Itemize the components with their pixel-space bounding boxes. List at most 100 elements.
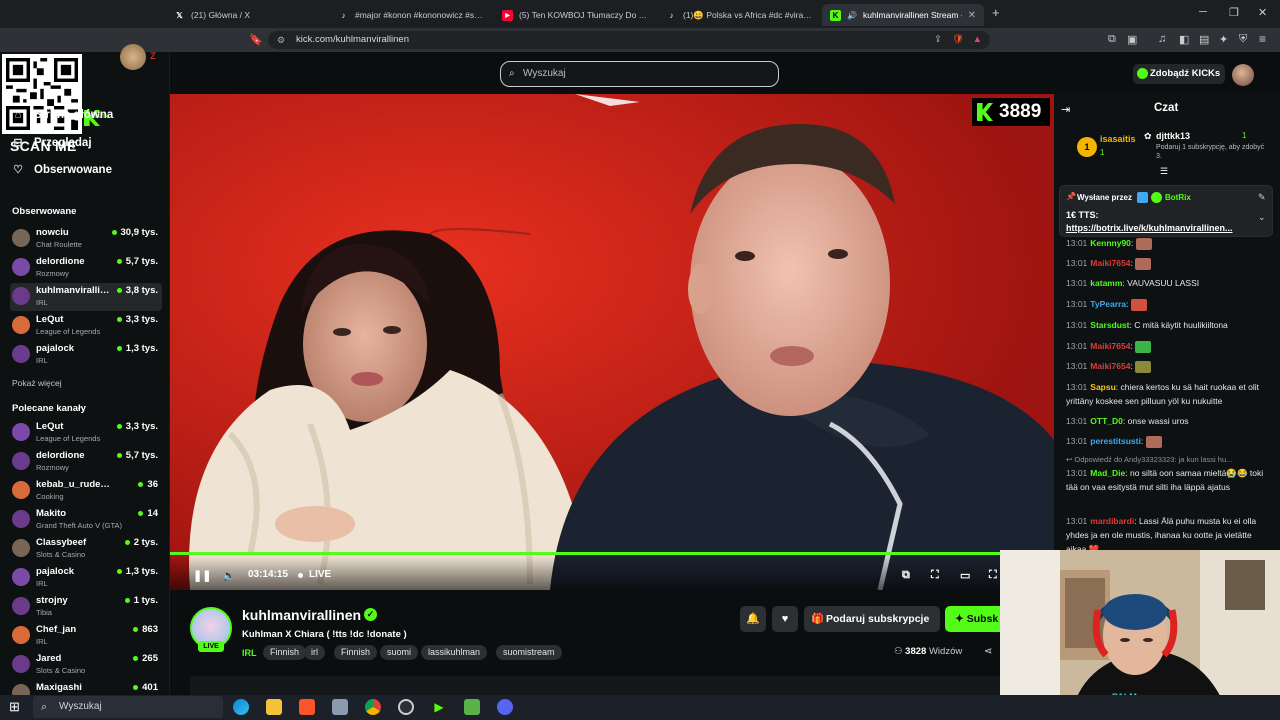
stream-tag[interactable]: suomi	[380, 645, 419, 660]
discord-icon[interactable]	[497, 699, 513, 715]
notification-bell-button[interactable]: 🔔	[740, 606, 766, 632]
kick-app-icon[interactable]: ▶	[431, 699, 447, 715]
extensions-icon[interactable]: ⧉	[1108, 33, 1116, 46]
leo-icon[interactable]: ✦	[1219, 33, 1228, 46]
brave-shield-icon[interactable]: 🛡	[952, 31, 964, 49]
restore-icon[interactable]: ❐	[1229, 6, 1239, 19]
share-icon[interactable]: ⋖	[984, 646, 992, 657]
edge-icon[interactable]	[233, 699, 249, 715]
brave-icon[interactable]	[299, 699, 315, 715]
pinned-bot-name[interactable]: BotRix	[1165, 193, 1191, 202]
channel-name: Maxigashi	[36, 682, 82, 693]
windows-start-icon[interactable]: ⊞	[9, 699, 20, 715]
screenshot-icon[interactable]: ▣	[1127, 33, 1137, 46]
taskbar-search[interactable]: ⌕ Wyszukaj	[33, 696, 223, 718]
media-icon[interactable]: ♫	[1158, 33, 1166, 45]
nav-browse[interactable]: ⊟ Przeglądaj	[12, 136, 91, 150]
browser-tab[interactable]: ▶ (5) Ten KOWBOJ Tłumaczy Do Czego	[494, 4, 656, 26]
progress-bar[interactable]	[170, 552, 1000, 555]
show-more-button[interactable]: Pokaż więcej	[12, 378, 62, 388]
viewer-count-label: Widzów	[928, 646, 963, 657]
channel-item[interactable]: pajalock IRL 1,3 tys.	[10, 341, 162, 369]
channel-item[interactable]: LeQut League of Legends 3,3 tys.	[10, 312, 162, 340]
chat-username[interactable]: Kennny90	[1090, 238, 1131, 248]
chrome-icon[interactable]	[365, 699, 381, 715]
streamer-name[interactable]: kuhlmanvirallinen	[242, 607, 361, 623]
app-icon[interactable]	[332, 699, 348, 715]
chat-username[interactable]: TyPearra	[1090, 299, 1126, 309]
collapse-chat-icon[interactable]: ⇥	[1061, 103, 1070, 116]
new-tab-icon[interactable]: +	[992, 5, 1000, 20]
chat-username[interactable]: OTT_D0	[1090, 416, 1123, 426]
fullscreen-icon[interactable]: ⛶	[989, 569, 997, 582]
nav-following[interactable]: ♡ Obserwowane	[12, 163, 112, 177]
chat-username[interactable]: mardibardi	[1090, 516, 1134, 526]
menu-icon[interactable]: ≡	[1259, 32, 1266, 46]
unpin-icon[interactable]: ✎	[1258, 192, 1266, 203]
share-icon[interactable]: ⇪	[934, 31, 942, 49]
user-avatar[interactable]	[1232, 64, 1254, 86]
channel-item[interactable]: nowciu Chat Roulette 30,9 tys.	[10, 225, 162, 253]
minimize-icon[interactable]: ─	[1199, 6, 1207, 18]
channel-item[interactable]: delordione Rozmowy 5,7 tys.	[10, 254, 162, 282]
stream-tag[interactable]: suomistream	[496, 645, 562, 660]
clip-icon[interactable]: ⛶	[931, 569, 939, 582]
brave-rewards-icon[interactable]: ▲	[973, 31, 982, 49]
bookmark-icon[interactable]: 🔖	[249, 33, 263, 46]
nav-home[interactable]: ⌂ Strona główna	[12, 109, 114, 121]
close-tab-icon[interactable]: ✕	[968, 10, 976, 21]
browser-tab[interactable]: ♪ #major #konon #kononowicz #szkoł	[330, 4, 492, 26]
pip-icon[interactable]: ⧉	[902, 569, 910, 582]
gift-subs-button[interactable]: 🎁 Podaruj subskrypcje	[804, 606, 940, 632]
chat-username[interactable]: Maiki7654	[1090, 341, 1130, 351]
pinned-line-1: 1€ TTS:	[1066, 210, 1099, 220]
get-kicks-button[interactable]: Zdobądź KICKs	[1133, 64, 1225, 84]
app-icon[interactable]	[464, 699, 480, 715]
sidebar-toggle-icon[interactable]: ◧	[1179, 33, 1189, 46]
stream-category[interactable]: IRL	[242, 648, 257, 658]
pinned-link[interactable]: https://botrix.live/k/kuhlmanvirallinen.…	[1066, 223, 1233, 233]
search-input[interactable]: ⌕ Wyszukaj	[500, 61, 779, 87]
subscribe-button[interactable]: ✦ Subsk	[945, 606, 1000, 632]
channel-item[interactable]: kebab_u_rudego Cooking 36	[10, 477, 162, 505]
file-explorer-icon[interactable]	[266, 699, 282, 715]
chat-username[interactable]: Maiki7654	[1090, 361, 1130, 371]
channel-item[interactable]: kuhlmanvirallinen IRL 3,8 tys.	[10, 283, 162, 311]
video-player[interactable]	[170, 94, 1054, 590]
follow-button[interactable]: ♥	[772, 606, 798, 632]
channel-item[interactable]: Makito Grand Theft Auto V (GTA) 14	[10, 506, 162, 534]
browser-tab-active[interactable]: K 🔊 kuhlmanvirallinen Stream - W ✕	[822, 4, 984, 26]
chevron-down-icon[interactable]: ⌄	[1258, 212, 1266, 223]
url-field[interactable]: ⚙ kick.com/kuhlmanvirallinen ⇪ 🛡 ▲	[268, 31, 990, 49]
expand-gifters-icon[interactable]: ☰	[1160, 166, 1168, 177]
chat-username[interactable]: perestitsusti	[1090, 436, 1141, 446]
browser-tab[interactable]: 𝕏 (21) Główna / X	[166, 4, 328, 26]
stream-tag[interactable]: Finnish	[263, 645, 307, 660]
gifter-name[interactable]: isasaitis	[1100, 134, 1136, 144]
browser-tab[interactable]: ♪ (1)😀 Polska vs Africa #dc #viral #fyp	[658, 4, 820, 26]
volume-icon[interactable]: 🔈	[222, 569, 236, 582]
wallet-icon[interactable]: ▤	[1199, 33, 1209, 46]
obs-icon[interactable]	[398, 699, 414, 715]
channel-item[interactable]: delordione Rozmowy 5,7 tys.	[10, 448, 162, 476]
chat-username[interactable]: Sapsu	[1090, 382, 1116, 392]
site-info-icon[interactable]: ⚙	[277, 31, 285, 49]
channel-item[interactable]: Chef_jan IRL 863	[10, 622, 162, 650]
close-window-icon[interactable]: ✕	[1258, 6, 1267, 19]
chat-username[interactable]: Starsdust	[1090, 320, 1129, 330]
stream-tag[interactable]: Finnish	[334, 645, 378, 660]
stream-tag[interactable]: irl	[304, 645, 325, 660]
chat-username[interactable]: katamm	[1090, 278, 1122, 288]
theater-mode-icon[interactable]: ▭	[960, 569, 970, 582]
channel-item[interactable]: pajalock IRL 1,3 tys.	[10, 564, 162, 592]
chat-username[interactable]: Maiki7654	[1090, 258, 1130, 268]
pause-icon[interactable]: ❚❚	[193, 569, 211, 582]
chat-username[interactable]: Mad_Die	[1090, 468, 1125, 478]
vpn-icon[interactable]: ⛨	[1239, 33, 1247, 46]
channel-item[interactable]: strojny Tibia 1 tys.	[10, 593, 162, 621]
channel-item[interactable]: Classybeef Slots & Casino 2 tys.	[10, 535, 162, 563]
channel-item[interactable]: LeQut League of Legends 3,3 tys.	[10, 419, 162, 447]
stream-tag[interactable]: lassikuhlman	[421, 645, 488, 660]
gifter-name[interactable]: djttkk13	[1156, 131, 1190, 141]
channel-item[interactable]: Jared Slots & Casino 265	[10, 651, 162, 679]
